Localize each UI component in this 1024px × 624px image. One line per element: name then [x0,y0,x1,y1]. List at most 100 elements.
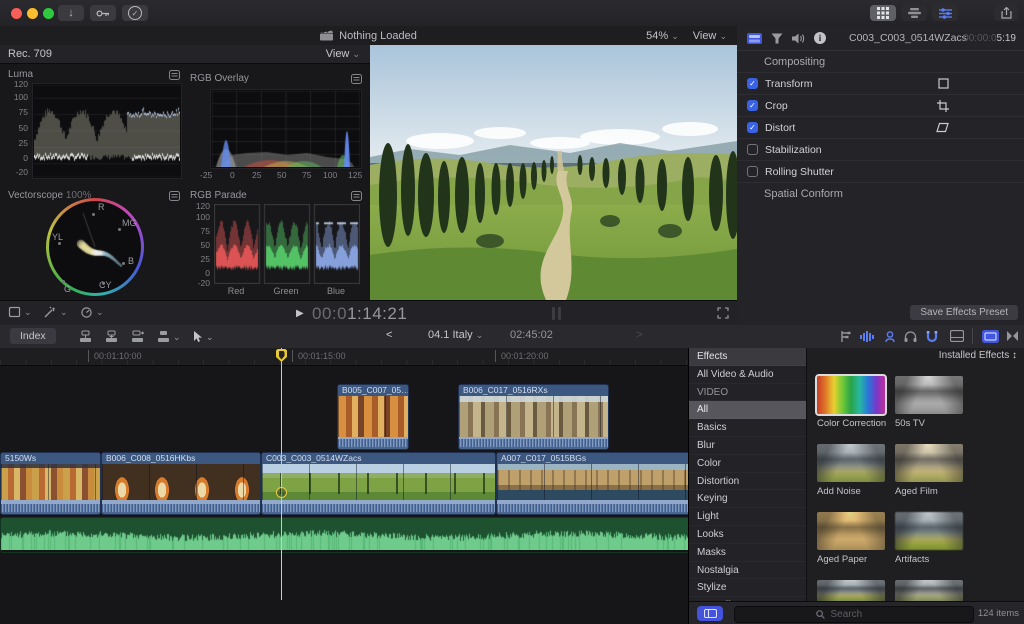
category-blur[interactable]: Blur [689,437,806,455]
category-distortion[interactable]: Distortion [689,473,806,491]
effect-partial[interactable] [817,580,885,601]
scope-settings-icon[interactable] [351,74,362,84]
effect-add-noise[interactable] [817,444,885,482]
background-tasks-button[interactable]: ✓ [122,5,148,21]
scope-settings-icon[interactable] [169,191,180,201]
viewer-view-menu[interactable]: View ⌄ [693,30,727,42]
transform-icon[interactable] [938,78,949,89]
browser-toggle-button[interactable] [870,5,896,21]
primary-clip-selected[interactable]: C003_C003_0514WZacs [261,452,496,515]
playhead-handle[interactable] [276,487,287,498]
category-light[interactable]: Light [689,508,806,526]
category-all-video-audio[interactable]: All Video & Audio [689,366,806,384]
row-transform[interactable]: ✓ Transform [737,73,1024,95]
effects-search-field[interactable] [734,606,974,623]
viewer-retime-menu[interactable]: ⌄ [80,306,104,318]
tab-audio-inspector[interactable] [792,33,805,44]
category-all[interactable]: All [689,401,806,420]
connected-clip[interactable]: B006_C017_0516RXs [458,384,609,450]
timeline-toggle-button[interactable] [901,5,927,21]
share-button[interactable] [994,5,1018,21]
effect-color-correction[interactable] [815,374,887,416]
audio-meter-left[interactable] [552,307,555,320]
audio-meter-right[interactable] [558,307,561,320]
category-color[interactable]: Color [689,455,806,473]
index-button[interactable]: Index [10,328,56,344]
connect-edit-button[interactable] [78,330,93,343]
append-edit-button[interactable] [130,330,145,343]
overwrite-edit-button[interactable] [156,330,171,343]
media-browser-toggle-button[interactable] [697,606,723,621]
clip-appearance-menu[interactable] [950,330,964,342]
insert-edit-button[interactable] [104,330,119,343]
effect-label: Add Noise [817,486,861,497]
distort-icon[interactable] [936,122,949,133]
rolling-shutter-checkbox[interactable] [747,166,758,177]
category-masks[interactable]: Masks [689,544,806,562]
category-keying[interactable]: Keying [689,490,806,508]
scope-settings-icon[interactable] [169,70,180,80]
viewer-canvas[interactable] [370,45,737,300]
timeline-history-menu[interactable]: 04.1 Italy ⌄ [428,329,483,341]
connected-clip[interactable]: B005_C007_05… [337,384,409,450]
close-window-button[interactable] [11,8,22,19]
effects-browser-toggle[interactable] [982,330,999,343]
installed-effects-menu[interactable]: Installed Effects ↕ [939,350,1017,361]
play-button[interactable]: ▶ [296,308,304,319]
chevron-down-icon[interactable]: ⌄ [206,333,214,342]
parade-tick: 25 [200,254,210,264]
effect-50s-tv[interactable] [895,376,963,414]
crop-checkbox[interactable]: ✓ [747,100,758,111]
effects-grid: Installed Effects ↕ Color Correction 50s… [806,348,1024,601]
import-media-button[interactable]: ↓ [58,5,84,21]
row-stabilization[interactable]: Stabilization [737,139,1024,161]
zoom-window-button[interactable] [43,8,54,19]
music-clip[interactable] [0,517,739,553]
next-timeline-button[interactable]: > [636,329,642,341]
row-rolling-shutter[interactable]: Rolling Shutter [737,161,1024,183]
category-looks[interactable]: Looks [689,526,806,544]
tools-menu[interactable] [192,330,203,343]
parade-tick: 120 [195,201,210,211]
category-basics[interactable]: Basics [689,419,806,437]
primary-clip[interactable]: 5150Ws [0,452,101,515]
transitions-browser-toggle[interactable] [1006,330,1019,342]
row-distort[interactable]: ✓ Distort [737,117,1024,139]
scopes-view-menu[interactable]: View ⌄ [326,48,360,60]
luma-tick: 75 [18,107,28,117]
distort-checkbox[interactable]: ✓ [747,122,758,133]
effect-aged-paper[interactable] [817,512,885,550]
chevron-down-icon[interactable]: ⌄ [173,333,181,342]
audio-skimming-toggle[interactable] [860,330,875,343]
previous-timeline-button[interactable]: < [386,329,392,341]
viewer-transform-menu[interactable]: ⌄ [8,306,32,318]
effect-artifacts[interactable] [895,512,963,550]
scope-settings-icon[interactable] [351,191,362,201]
transform-checkbox[interactable]: ✓ [747,78,758,89]
expand-viewer-icon[interactable] [717,307,729,319]
snapping-toggle[interactable] [926,330,938,343]
search-input[interactable] [828,608,893,621]
solo-toggle[interactable] [884,330,896,343]
tab-color-inspector[interactable] [771,33,783,44]
stabilization-checkbox[interactable] [747,144,758,155]
playhead[interactable] [281,348,282,600]
headphones-icon[interactable] [904,330,917,343]
skimming-toggle[interactable] [838,330,852,343]
row-crop[interactable]: ✓ Crop [737,95,1024,117]
category-nostalgia[interactable]: Nostalgia [689,562,806,580]
tab-info-inspector[interactable]: i [814,32,826,44]
viewer-zoom-menu[interactable]: 54% ⌄ [646,30,679,42]
playhead-timecode[interactable]: 00:01:14:21 [312,304,407,324]
inspector-toggle-button[interactable] [932,5,958,21]
crop-icon[interactable] [937,99,949,112]
category-stylize[interactable]: Stylize [689,579,806,597]
viewer-effects-menu[interactable]: ⌄ [44,306,68,318]
save-effects-preset-button[interactable]: Save Effects Preset [910,305,1018,320]
tab-video-inspector[interactable] [747,32,762,44]
effect-aged-film[interactable] [895,444,963,482]
minimize-window-button[interactable] [27,8,38,19]
keywords-button[interactable] [90,5,116,21]
effect-partial[interactable] [895,580,963,601]
primary-clip[interactable]: B006_C008_0516HKbs [101,452,261,515]
